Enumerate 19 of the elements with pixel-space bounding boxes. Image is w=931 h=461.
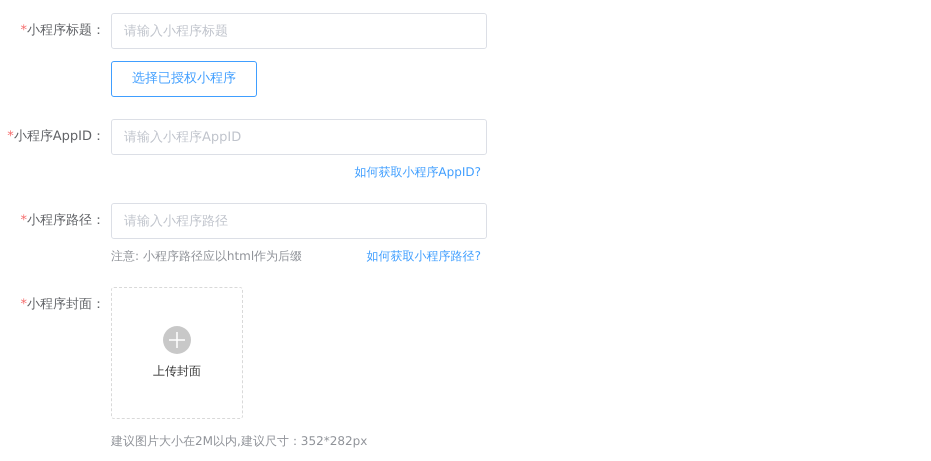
plus-icon [163,326,191,354]
required-mark: * [20,212,27,230]
upload-label: 上传封面 [153,363,201,380]
select-miniprogram-button[interactable]: 选择已授权小程序 [111,61,257,97]
text-field[interactable]: 请输入小程序标题 [111,13,487,49]
text-field[interactable]: 请输入小程序AppID [111,119,487,155]
field-label: 小程序封面： [27,296,105,314]
field-label: 小程序AppID： [14,128,105,146]
help-link[interactable]: 如何获取小程序路径? [366,247,481,265]
hint-text: 建议图片大小在2M以内,建议尺寸：352*282px [111,433,368,450]
upload-area[interactable]: 上传封面 [111,287,243,419]
hint-text: 注意: 小程序路径应以html作为后缀 [111,248,302,265]
required-mark: * [20,296,27,314]
required-mark: * [7,128,14,146]
help-link[interactable]: 如何获取小程序AppID? [354,163,481,181]
field-label: 小程序路径： [27,212,105,230]
text-field[interactable]: 请输入小程序路径 [111,203,487,239]
required-mark: * [20,22,27,40]
field-label: 小程序标题： [27,22,105,40]
